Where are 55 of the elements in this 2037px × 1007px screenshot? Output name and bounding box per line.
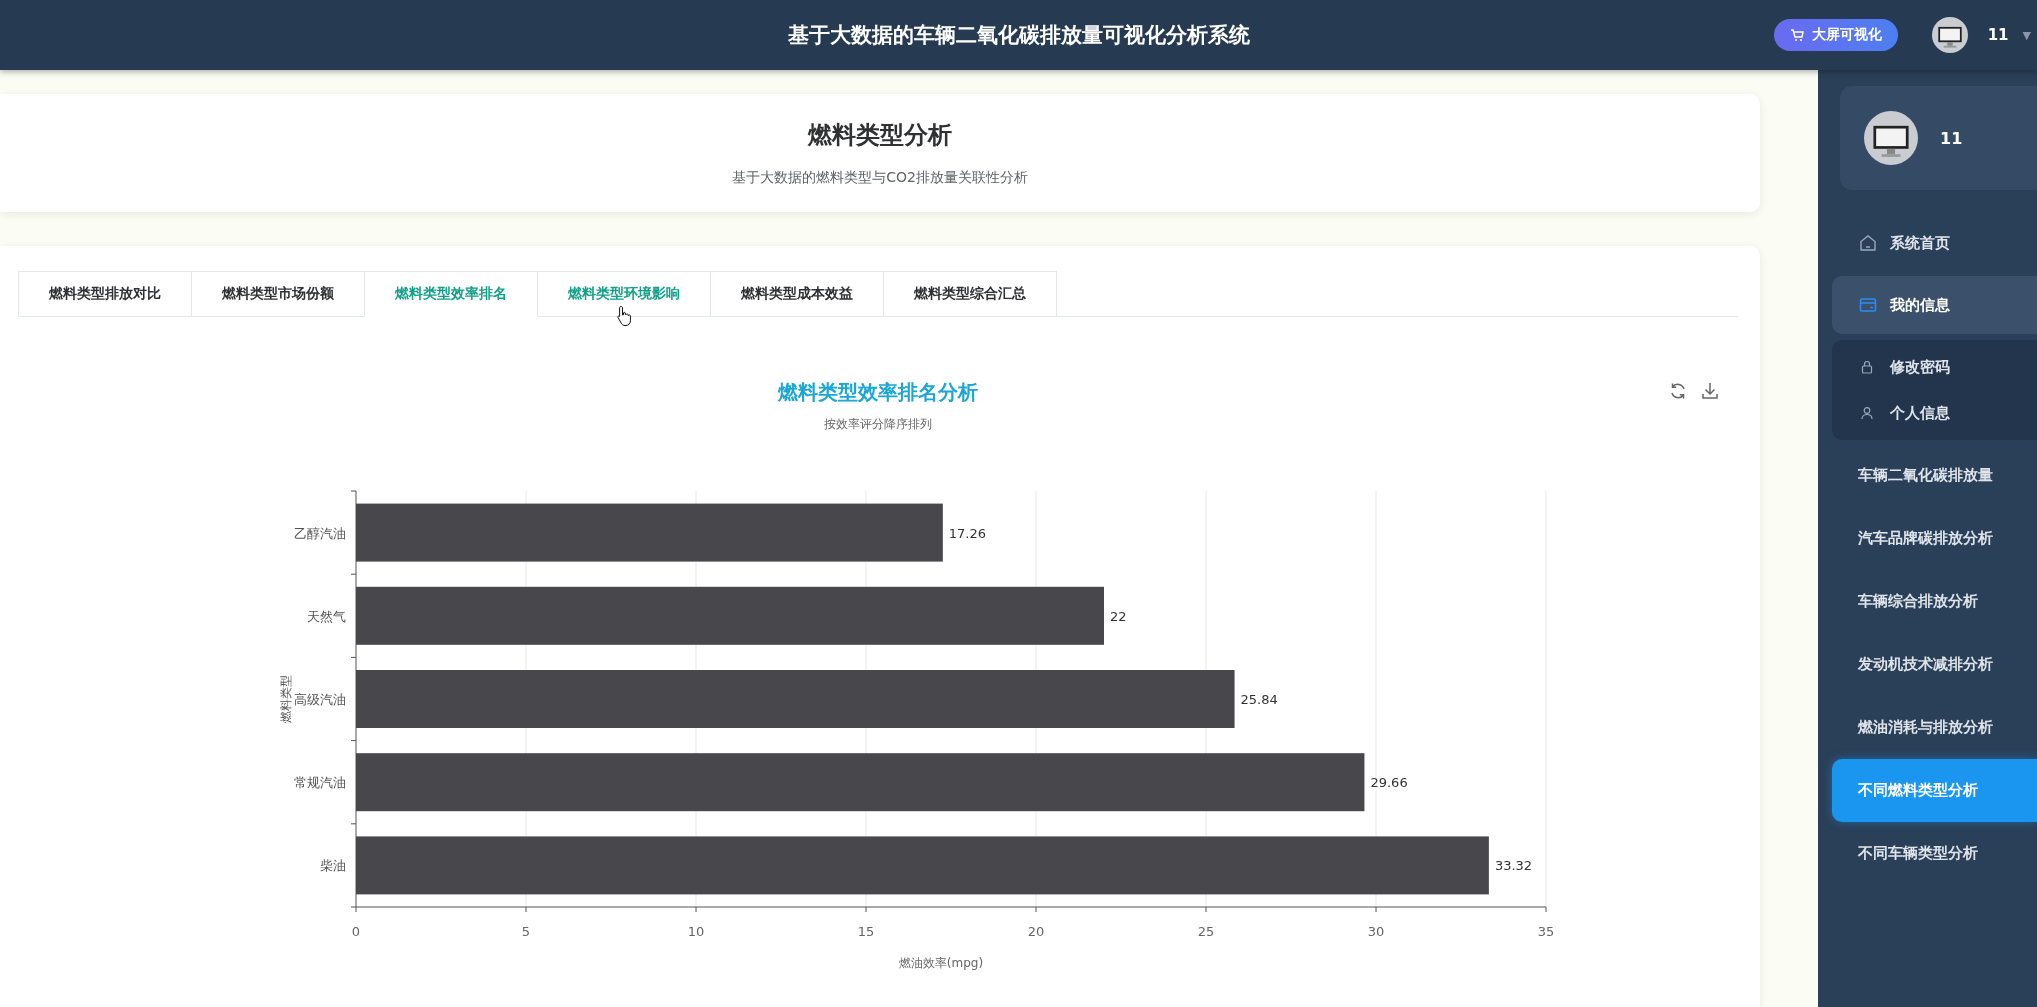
bar[interactable] <box>356 503 943 562</box>
value-label: 25.84 <box>1240 692 1278 707</box>
value-label: 22 <box>1110 608 1127 624</box>
user-avatar <box>1864 111 1918 165</box>
menu-item[interactable]: 车辆二氧化碳排放量 <box>1832 444 2037 507</box>
cart-icon <box>1789 28 1804 42</box>
menu-item[interactable]: 不同车辆类型分析 <box>1832 822 2037 885</box>
card-icon <box>1858 295 1878 315</box>
tab[interactable]: 燃料类型排放对比 <box>18 271 192 316</box>
menu-item[interactable]: 汽车品牌碳排放分析 <box>1832 507 2037 570</box>
x-tick-label: 5 <box>521 924 531 939</box>
bar[interactable] <box>356 836 1489 895</box>
x-tick-label: 15 <box>857 924 875 939</box>
x-tick-label: 25 <box>1197 924 1215 939</box>
bar[interactable] <box>356 753 1365 812</box>
menu-item[interactable]: 车辆综合排放分析 <box>1832 570 2037 633</box>
lock-icon <box>1860 360 1874 374</box>
user-icon <box>1860 406 1874 420</box>
page-title: 燃料类型分析 <box>808 120 952 151</box>
y-axis-title: 燃料类型 <box>279 675 293 723</box>
value-label: 17.26 <box>948 525 987 541</box>
app-title: 基于大数据的车辆二氧化碳排放量可视化分析系统 <box>787 22 1250 49</box>
y-tick-label: 常规汽油 <box>294 775 346 791</box>
tab[interactable]: 燃料类型综合汇总 <box>883 271 1057 316</box>
page-subtitle: 基于大数据的燃料类型与CO2排放量关联性分析 <box>732 169 1028 187</box>
y-tick-label: 柴油 <box>320 858 346 874</box>
menu-item[interactable]: 修改密码 <box>1832 344 2037 390</box>
x-tick-label: 35 <box>1537 924 1555 939</box>
username[interactable]: 11 <box>1987 26 2009 44</box>
bar[interactable] <box>356 586 1104 645</box>
menu-item[interactable]: 燃油消耗与排放分析 <box>1832 696 2037 759</box>
download-icon[interactable] <box>1700 381 1720 401</box>
value-label: 33.32 <box>1494 858 1533 874</box>
x-tick-label: 30 <box>1367 924 1385 939</box>
username: 11 <box>1940 128 1963 148</box>
hand-cursor-icon <box>616 305 634 327</box>
refresh-icon[interactable] <box>1668 381 1688 401</box>
home-icon <box>1858 233 1878 253</box>
x-tick-label: 20 <box>1027 924 1045 939</box>
caret-icon[interactable]: ▼ <box>2022 28 2031 42</box>
menu-item[interactable]: 发动机技术减排分析 <box>1832 633 2037 696</box>
y-tick-label: 天然气 <box>307 608 346 624</box>
x-tick-label: 0 <box>351 924 361 939</box>
y-tick-label: 高级汽油 <box>294 692 346 707</box>
menu-item[interactable]: 我的信息 <box>1832 276 2037 334</box>
value-label: 29.66 <box>1370 775 1408 791</box>
big-screen-button[interactable]: 大屏可视化 <box>1773 19 1898 51</box>
user-avatar[interactable] <box>1931 17 1968 53</box>
y-tick-label: 乙醇汽油 <box>294 525 346 541</box>
x-axis-title: 燃油效率(mpg) <box>898 956 984 970</box>
menu-item[interactable]: 个人信息 <box>1832 390 2037 436</box>
chart-subtitle: 按效率评分降序排列 <box>824 416 932 433</box>
menu-item[interactable]: 系统首页 <box>1832 214 2037 272</box>
chart-title: 燃料类型效率排名分析 <box>778 379 978 406</box>
x-tick-label: 10 <box>687 924 705 939</box>
